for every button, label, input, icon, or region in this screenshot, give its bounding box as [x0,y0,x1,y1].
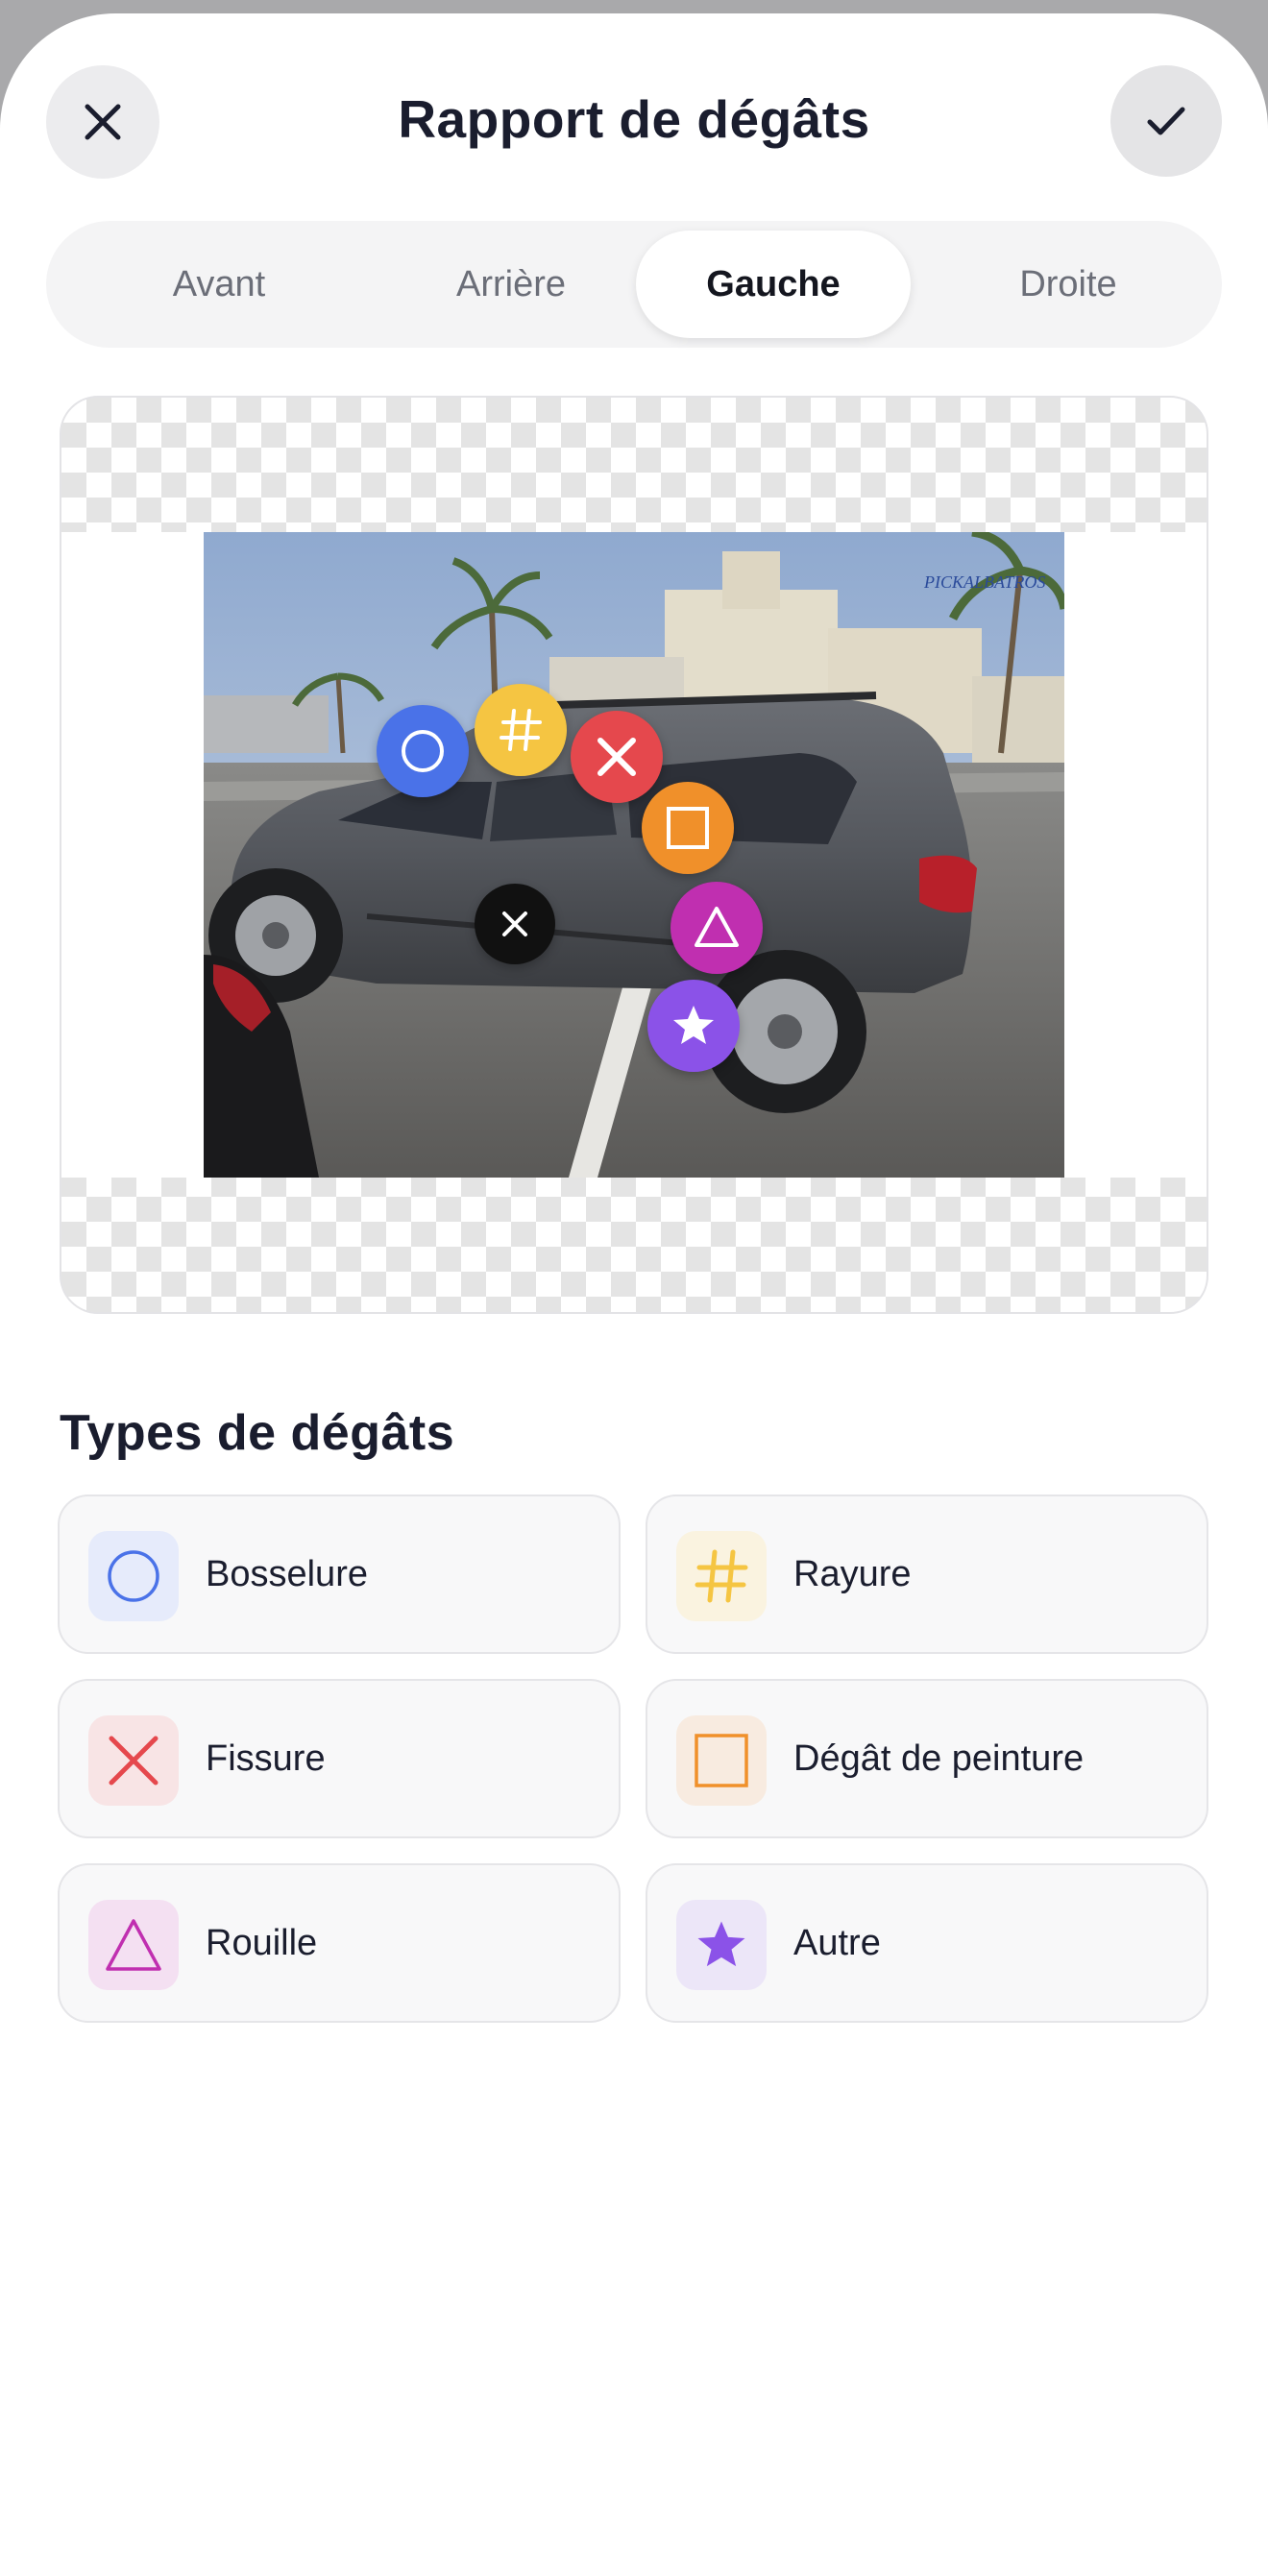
marker-autre[interactable] [647,980,740,1072]
tab-avant[interactable]: Avant [65,231,373,338]
hash-icon [500,709,542,751]
square-icon [667,807,709,849]
damage-type-icon-box [88,1531,179,1621]
circle-icon [402,730,444,772]
hash-icon [695,1549,748,1603]
marker-delete[interactable] [475,884,555,964]
damage-type-degat-peinture[interactable]: Dégât de peinture [646,1679,1208,1838]
damage-type-label: Autre [793,1922,881,1963]
marker-rayure[interactable] [475,684,567,776]
circle-icon [108,1550,159,1602]
tab-arriere[interactable]: Arrière [357,231,665,338]
damage-type-icon-box [676,1715,767,1806]
damage-type-autre[interactable]: Autre [646,1863,1208,2023]
checkmark-icon [1147,107,1185,135]
damage-report-sheet: Rapport de dégâts Avant Arrière Gauche D… [0,13,1268,2576]
marker-fissure[interactable] [571,711,663,803]
hotel-sign-text: PICKALBATROS [923,572,1045,592]
marker-rouille[interactable] [671,882,763,974]
damage-type-rouille[interactable]: Rouille [58,1863,621,2023]
damage-type-icon-box [88,1715,179,1806]
damage-canvas[interactable]: PICKALBATROS [60,396,1208,1314]
view-segmented-control: Avant Arrière Gauche Droite [46,221,1222,348]
x-icon [597,738,636,776]
triangle-icon [695,907,739,947]
damage-type-label: Dégât de peinture [793,1738,1085,1779]
damage-type-label: Fissure [206,1738,326,1779]
x-icon [109,1736,158,1786]
square-icon [695,1734,748,1787]
star-icon [673,1006,714,1044]
damage-type-rayure[interactable]: Rayure [646,1495,1208,1654]
triangle-icon [106,1919,161,1971]
car-photo[interactable]: PICKALBATROS [204,532,1064,1178]
page-title: Rapport de dégâts [398,89,870,149]
confirm-button[interactable] [1110,65,1222,177]
damage-type-fissure[interactable]: Fissure [58,1679,621,1838]
damage-type-label: Bosselure [206,1553,368,1594]
damage-type-icon-box [676,1900,767,1990]
damage-type-label: Rouille [206,1922,318,1963]
damage-type-icon-box [676,1531,767,1621]
damage-type-icon-box [88,1900,179,1990]
damage-types-title: Types de dégâts [60,1405,455,1461]
tab-gauche[interactable]: Gauche [636,231,911,338]
star-icon [697,1921,745,1967]
tab-droite[interactable]: Droite [924,231,1212,338]
damage-type-label: Rayure [793,1553,912,1594]
marker-bosselure[interactable] [377,705,469,797]
close-icon [502,911,527,936]
marker-degat-peinture[interactable] [642,782,734,874]
damage-type-bosselure[interactable]: Bosselure [58,1495,621,1654]
